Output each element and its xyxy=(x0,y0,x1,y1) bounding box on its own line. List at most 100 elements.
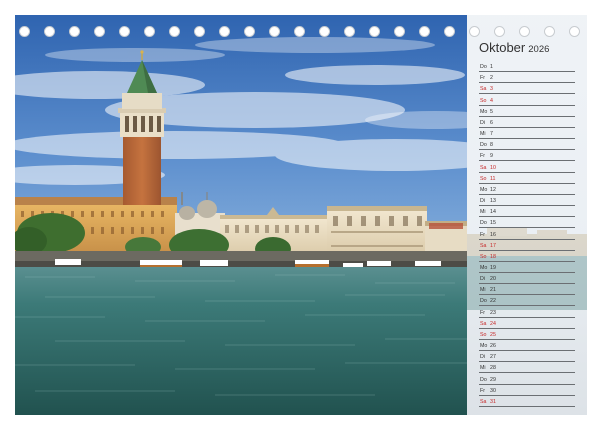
day-row: Mi 28 xyxy=(479,362,575,374)
weekday-label: Di xyxy=(480,119,486,126)
weekday-label: Do xyxy=(480,220,487,227)
day-row: So 11 xyxy=(479,173,575,184)
weekday-label: Fr xyxy=(480,309,485,316)
day-row: Di 27 xyxy=(479,351,575,363)
weekday-label: So xyxy=(480,253,487,260)
day-number: 19 xyxy=(490,264,496,271)
day-row: Sa 31 xyxy=(479,396,575,407)
day-number: 27 xyxy=(490,354,496,361)
day-number: 30 xyxy=(490,387,496,394)
day-row: Mi 7 xyxy=(479,128,575,140)
day-row: Do 8 xyxy=(479,139,575,151)
day-number: 14 xyxy=(490,209,496,216)
weekday-label: Sa xyxy=(480,398,487,405)
day-number: 24 xyxy=(490,320,496,327)
weekday-label: Sa xyxy=(480,86,487,93)
day-number: 2 xyxy=(490,75,493,82)
weekday-label: Do xyxy=(480,376,487,383)
day-number: 31 xyxy=(490,398,496,405)
calendar-page: Oktober 2026 Do 1 Fr 2 Sa 3 So 4 Mo 5 Di 6 Mi 7 Do 8 Fr 9 S… xyxy=(0,0,600,431)
day-row: So 4 xyxy=(479,94,575,106)
day-row: Mo 5 xyxy=(479,106,575,117)
venice-photo xyxy=(15,15,467,415)
day-row: So 25 xyxy=(479,329,575,340)
day-row: Mo 26 xyxy=(479,340,575,352)
day-number: 18 xyxy=(490,253,496,260)
weekday-label: Mi xyxy=(480,131,486,138)
weekday-label: Di xyxy=(480,354,486,361)
day-number: 4 xyxy=(490,97,493,104)
weekday-label: Sa xyxy=(480,164,487,171)
calendar-panel: Oktober 2026 Do 1 Fr 2 Sa 3 So 4 Mo 5 Di 6 Mi 7 Do 8 Fr 9 S… xyxy=(467,15,587,415)
day-row: Fr 30 xyxy=(479,385,575,396)
day-row: Do 22 xyxy=(479,295,575,307)
day-number: 7 xyxy=(490,131,493,138)
day-number: 17 xyxy=(490,242,496,249)
venice-skyline-illustration xyxy=(15,15,467,415)
day-number: 16 xyxy=(490,231,496,238)
weekday-label: So xyxy=(480,175,487,182)
day-number: 8 xyxy=(490,142,493,149)
day-row: Fr 16 xyxy=(479,228,575,240)
day-number: 10 xyxy=(490,164,496,171)
weekday-label: Mi xyxy=(480,365,486,372)
day-row: Di 20 xyxy=(479,273,575,285)
day-row: Fr 2 xyxy=(479,72,575,84)
weekday-label: Sa xyxy=(480,320,487,327)
weekday-label: Sa xyxy=(480,242,487,249)
month-year: 2026 xyxy=(528,44,550,55)
day-row: Do 1 xyxy=(479,61,575,73)
day-row: Sa 17 xyxy=(479,240,575,251)
weekday-label: So xyxy=(480,97,487,104)
weekday-label: Do xyxy=(480,298,487,305)
day-row: Do 15 xyxy=(479,217,575,229)
day-number: 23 xyxy=(490,309,496,316)
weekday-label: Fr xyxy=(480,231,485,238)
day-number: 15 xyxy=(490,220,496,227)
weekday-label: Do xyxy=(480,142,487,149)
weekday-label: Fr xyxy=(480,153,485,160)
day-number: 3 xyxy=(490,86,493,93)
month-name: Oktober xyxy=(479,40,526,55)
weekday-label: Di xyxy=(480,198,486,205)
day-number: 29 xyxy=(490,376,496,383)
weekday-label: Mo xyxy=(480,343,488,350)
day-row: Di 13 xyxy=(479,195,575,207)
weekday-label: Mi xyxy=(480,287,486,294)
day-number: 1 xyxy=(490,64,493,71)
weekday-label: Mo xyxy=(480,108,488,115)
day-row: Mo 12 xyxy=(479,184,575,195)
weekday-label: Fr xyxy=(480,387,485,394)
day-row: Sa 3 xyxy=(479,83,575,95)
day-number: 11 xyxy=(490,175,496,182)
day-list: Do 1 Fr 2 Sa 3 So 4 Mo 5 Di 6 Mi 7 Do 8 Fr 9 Sa 10 So 11 Mo 12 D… xyxy=(479,61,575,407)
weekday-label: Di xyxy=(480,276,486,283)
weekday-label: Mo xyxy=(480,264,488,271)
weekday-label: Mi xyxy=(480,209,486,216)
weekday-label: Mo xyxy=(480,186,488,193)
day-number: 20 xyxy=(490,276,496,283)
day-number: 6 xyxy=(490,119,493,126)
day-row: Sa 10 xyxy=(479,161,575,173)
month-title: Oktober 2026 xyxy=(479,40,549,55)
day-row: Sa 24 xyxy=(479,318,575,329)
day-row: Mo 19 xyxy=(479,262,575,273)
day-number: 12 xyxy=(490,186,496,193)
day-number: 28 xyxy=(490,365,496,372)
weekday-label: Fr xyxy=(480,75,485,82)
day-number: 22 xyxy=(490,298,496,305)
day-number: 21 xyxy=(490,287,496,294)
day-row: Di 6 xyxy=(479,117,575,128)
day-number: 5 xyxy=(490,108,493,115)
day-number: 25 xyxy=(490,331,496,338)
day-row: Mi 21 xyxy=(479,284,575,296)
day-row: So 18 xyxy=(479,251,575,262)
day-number: 26 xyxy=(490,343,496,350)
weekday-label: So xyxy=(480,331,487,338)
day-row: Fr 9 xyxy=(479,150,575,162)
day-number: 13 xyxy=(490,198,496,205)
weekday-label: Do xyxy=(480,64,487,71)
day-number: 9 xyxy=(490,153,493,160)
day-row: Mi 14 xyxy=(479,206,575,218)
day-row: Fr 23 xyxy=(479,306,575,318)
